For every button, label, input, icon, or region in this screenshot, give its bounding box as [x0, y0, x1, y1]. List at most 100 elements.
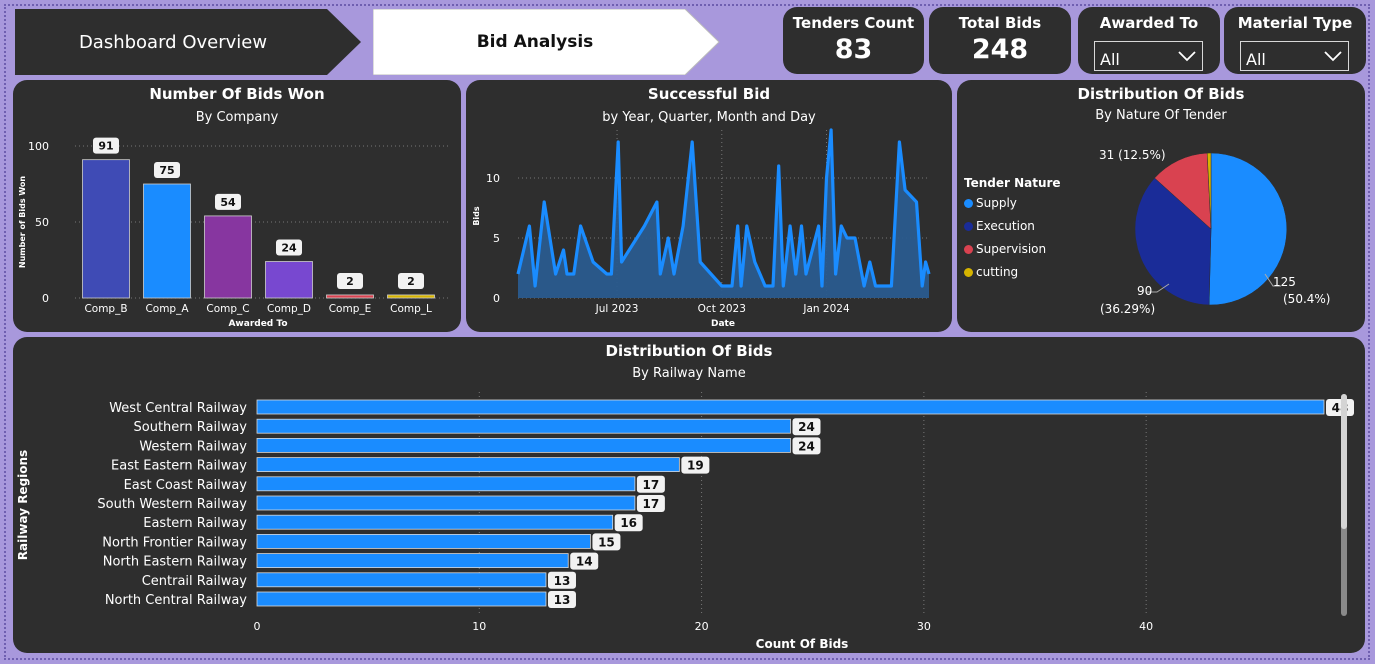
data-label: 24 — [281, 242, 297, 255]
data-label: 75 — [159, 164, 174, 177]
kpi-tenders-value: 83 — [834, 34, 873, 65]
successful-bid-chart: 0 5 10 Jul 2023 Oct 2023 Jan 2024 Bids Date — [472, 128, 931, 329]
bar — [256, 514, 614, 530]
data-label: 31 (12.5%) — [1099, 148, 1166, 162]
panel-distribution-railway: Distribution Of Bids By Railway Name 0 10… — [13, 337, 1365, 653]
tab-bid-analysis[interactable]: Bid Analysis — [373, 9, 721, 75]
data-label: 24 — [798, 439, 815, 453]
awarded-to-dropdown[interactable]: All — [1094, 41, 1203, 71]
y-axis-label: Bids — [472, 206, 481, 226]
data-label: 90 — [1137, 284, 1152, 298]
x-axis-label: Awarded To — [228, 319, 287, 329]
data-label: (36.29%) — [1100, 302, 1155, 316]
data-label: 54 — [220, 196, 236, 209]
slicer-awarded-to: Awarded To All — [1078, 7, 1220, 74]
railway-bar-chart: 0 10 20 30 40West Central Railway 48Southern … — [16, 392, 1354, 651]
tab-dashboard-overview[interactable]: Dashboard Overview — [15, 9, 361, 75]
data-label: 15 — [598, 535, 615, 549]
x-tick-label: 30 — [917, 620, 931, 633]
y-tick-label: East Eastern Railway — [111, 459, 247, 474]
kpi-tenders-label: Tenders Count — [792, 14, 915, 32]
material-type-dropdown[interactable]: All — [1240, 41, 1349, 71]
x-tick-label: 10 — [472, 620, 486, 633]
y-tick-label: North Eastern Railway — [103, 555, 248, 570]
data-label: 2 — [407, 275, 415, 288]
x-tick-label: 40 — [1139, 620, 1153, 633]
y-tick-label: East Coast Railway — [124, 478, 248, 493]
kpi-bids-value: 248 — [971, 34, 1029, 65]
chevron-down-icon — [1324, 51, 1342, 62]
slicer-material-type: Material Type All — [1224, 7, 1366, 74]
panel-bids-won: Number Of Bids Won By Company 0 50 100 Numb… — [13, 80, 461, 332]
bar — [256, 495, 636, 511]
bar — [387, 294, 435, 299]
x-tick-label: Comp_B — [84, 303, 127, 315]
bar — [326, 294, 374, 299]
y-axis-label: Number of Bids Won — [18, 176, 27, 269]
data-label: 125 — [1273, 275, 1296, 289]
data-label: (50.4%) — [1283, 292, 1330, 306]
y-tick-label: 0 — [42, 292, 49, 305]
panel-distribution-nature: Distribution Of Bids By Nature Of Tender… — [957, 80, 1365, 332]
bar — [256, 533, 591, 549]
data-label: 13 — [554, 574, 571, 588]
tab-bid-analysis-label: Bid Analysis — [476, 32, 594, 52]
data-label: 24 — [798, 420, 815, 434]
kpi-total-bids: Total Bids 248 — [929, 7, 1071, 74]
y-tick-label: North Central Railway — [105, 593, 247, 608]
bar — [204, 215, 252, 299]
bar — [256, 476, 636, 492]
y-tick-label: 100 — [28, 140, 49, 153]
slicer-material-label: Material Type — [1237, 14, 1353, 32]
x-tick-label: Comp_L — [390, 303, 432, 315]
x-tick-label: Oct 2023 — [698, 303, 746, 315]
data-label: 17 — [643, 497, 660, 511]
data-label: 19 — [687, 459, 704, 473]
bar — [256, 457, 680, 472]
data-label: 14 — [576, 555, 593, 569]
y-axis-label: Railway Regions — [16, 450, 30, 560]
bar — [256, 438, 791, 453]
x-tick-label: 20 — [695, 620, 709, 633]
bar — [143, 183, 191, 299]
y-tick-label: West Central Railway — [109, 401, 247, 416]
bar — [256, 553, 569, 569]
data-label: 17 — [643, 478, 660, 492]
x-axis-label: Date — [711, 319, 735, 329]
data-label: 13 — [554, 593, 571, 607]
awarded-to-value: All — [1100, 50, 1120, 69]
x-tick-label: Jul 2023 — [595, 303, 639, 315]
y-tick-label: 10 — [486, 172, 500, 185]
slicer-awarded-label: Awarded To — [1099, 14, 1199, 32]
x-tick-label: Comp_C — [206, 303, 249, 315]
panel-successful-bid: Successful Bid by Year, Quarter, Month a… — [466, 80, 952, 332]
bar — [256, 591, 547, 607]
data-label: 91 — [98, 140, 113, 153]
x-tick-label: Comp_E — [329, 303, 372, 315]
nature-pie-chart: 125 (50.4%) 90 (36.29%) 31 (12.5%) — [1099, 148, 1330, 316]
x-tick-label: 0 — [254, 620, 261, 633]
bar — [82, 159, 130, 299]
data-label: 2 — [346, 275, 354, 288]
bar — [256, 418, 791, 434]
bar — [256, 572, 547, 588]
x-tick-label: Comp_A — [145, 303, 189, 315]
y-tick-label: Western Railway — [139, 439, 247, 454]
data-label: 16 — [620, 516, 637, 530]
y-tick-label: Southern Railway — [134, 420, 248, 435]
tab-dashboard-overview-label: Dashboard Overview — [78, 31, 268, 53]
bar — [265, 261, 313, 299]
y-tick-label: North Frontier Railway — [102, 535, 247, 550]
y-tick-label: 50 — [35, 216, 49, 229]
kpi-tenders-count: Tenders Count 83 — [783, 7, 924, 74]
y-tick-label: 0 — [493, 292, 500, 305]
bar — [256, 399, 1325, 415]
y-tick-label: Eastern Railway — [143, 516, 247, 531]
railway-scrollbar-thumb[interactable] — [1341, 394, 1347, 529]
x-tick-label: Comp_D — [267, 303, 311, 315]
y-tick-label: South Western Railway — [97, 497, 247, 512]
material-type-value: All — [1246, 50, 1266, 69]
chevron-down-icon — [1178, 51, 1196, 62]
x-axis-label: Count Of Bids — [756, 637, 849, 651]
bids-won-chart: 0 50 100 Number of Bids Won 91 Comp_B 75 Comp_A… — [18, 137, 449, 329]
